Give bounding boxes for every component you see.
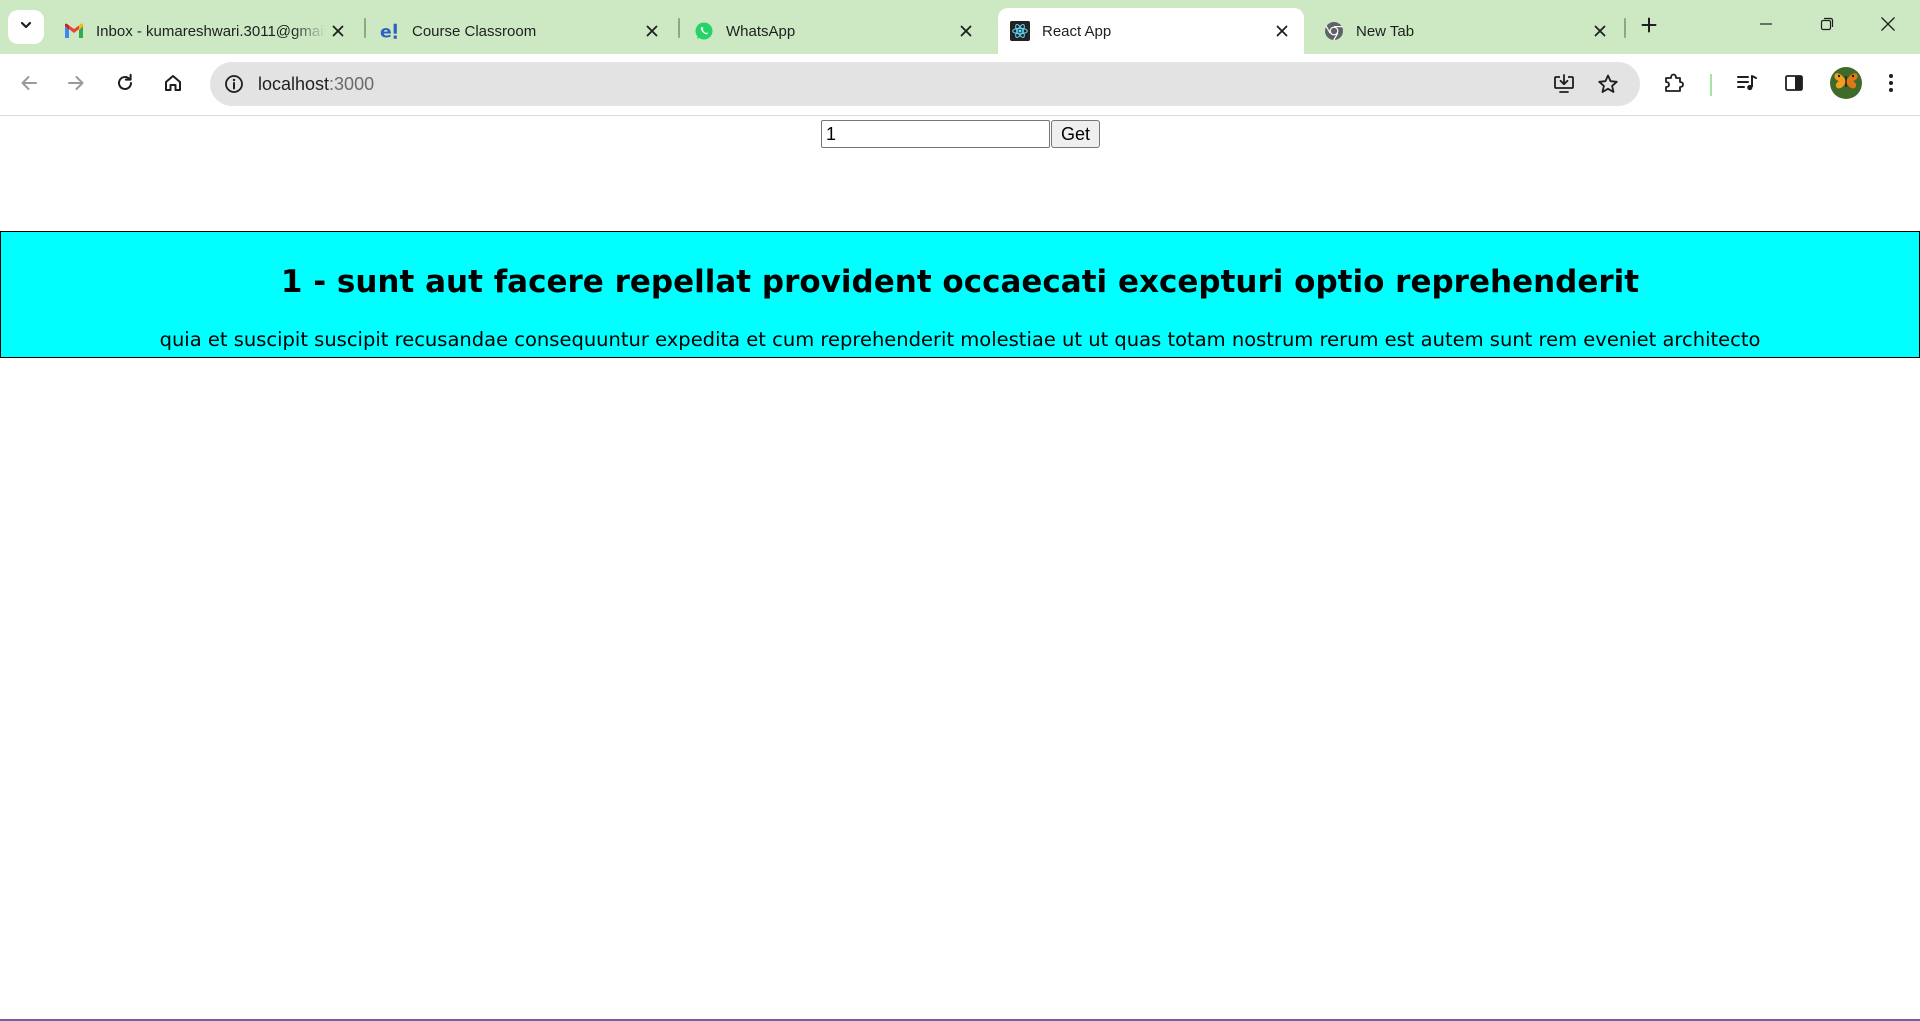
home-button[interactable] bbox=[155, 67, 191, 103]
site-info-icon[interactable] bbox=[218, 68, 250, 100]
reload-icon bbox=[115, 73, 135, 98]
restore-button[interactable] bbox=[1799, 4, 1855, 48]
post-card: 1 - sunt aut facere repellat provident o… bbox=[0, 231, 1920, 358]
puzzle-icon bbox=[1663, 72, 1685, 99]
page-content: Get 1 - sunt aut facere repellat provide… bbox=[0, 117, 1920, 1021]
url-port: :3000 bbox=[329, 74, 375, 94]
restore-icon bbox=[1820, 17, 1834, 36]
tab-separator bbox=[1624, 18, 1626, 38]
kebab-menu-icon bbox=[1888, 73, 1894, 98]
url-text[interactable]: localhost:3000 bbox=[258, 74, 374, 95]
tab-strip: Inbox - kumareshwari.3011@gmail.com e Co… bbox=[0, 0, 1920, 54]
react-icon bbox=[1010, 21, 1030, 41]
music-queue-icon bbox=[1736, 73, 1758, 98]
chevron-down-icon bbox=[19, 18, 33, 37]
tab-search-button[interactable] bbox=[8, 10, 44, 44]
close-window-button[interactable] bbox=[1860, 4, 1916, 48]
browser-toolbar: localhost:3000 bbox=[0, 54, 1920, 116]
post-id-input[interactable] bbox=[821, 120, 1050, 148]
tab-title: React App bbox=[1042, 22, 1112, 40]
arrow-right-icon bbox=[66, 73, 86, 98]
toolbar-separator bbox=[1710, 74, 1712, 96]
back-button[interactable] bbox=[11, 67, 47, 103]
whatsapp-icon bbox=[694, 21, 714, 41]
gmail-icon bbox=[64, 21, 84, 41]
side-panel-icon bbox=[1784, 73, 1804, 98]
tab-title: Inbox - kumareshwari.3011@gmail.com bbox=[96, 22, 326, 40]
close-icon[interactable] bbox=[1588, 19, 1612, 43]
close-icon[interactable] bbox=[640, 19, 664, 43]
media-controls-button[interactable] bbox=[1729, 67, 1765, 103]
minimize-icon bbox=[1759, 17, 1773, 36]
reload-button[interactable] bbox=[107, 67, 143, 103]
butterfly-icon bbox=[1833, 70, 1859, 97]
tab-title: WhatsApp bbox=[726, 22, 796, 40]
post-body: quia et suscipit suscipit recusandae con… bbox=[159, 328, 1761, 351]
tab-course-classroom[interactable]: e Course Classroom bbox=[368, 8, 674, 54]
menu-button[interactable] bbox=[1873, 67, 1909, 103]
chrome-icon bbox=[1324, 21, 1344, 41]
address-bar[interactable]: localhost:3000 bbox=[210, 62, 1640, 106]
tab-title: Course Classroom bbox=[412, 22, 537, 40]
url-host: localhost bbox=[258, 74, 330, 94]
plus-icon bbox=[1641, 17, 1657, 38]
close-icon[interactable] bbox=[954, 19, 978, 43]
extensions-button[interactable] bbox=[1656, 67, 1692, 103]
tab-separator bbox=[678, 18, 680, 38]
home-icon bbox=[163, 73, 183, 98]
star-icon[interactable] bbox=[1592, 68, 1624, 100]
tab-react-app[interactable]: React App bbox=[998, 8, 1304, 54]
forward-button[interactable] bbox=[58, 67, 94, 103]
fetch-form: Get bbox=[821, 120, 1100, 148]
profile-avatar[interactable] bbox=[1830, 67, 1862, 99]
tab-title: New Tab bbox=[1356, 22, 1415, 40]
tab-new-tab[interactable]: New Tab bbox=[1312, 8, 1622, 54]
tab-whatsapp[interactable]: WhatsApp bbox=[682, 8, 988, 54]
tab-separator bbox=[364, 18, 366, 38]
minimize-button[interactable] bbox=[1738, 4, 1794, 48]
tab-gmail[interactable]: Inbox - kumareshwari.3011@gmail.com bbox=[52, 8, 360, 54]
svg-text:e: e bbox=[380, 22, 392, 41]
e-classroom-icon: e bbox=[380, 21, 400, 41]
install-app-icon[interactable] bbox=[1548, 68, 1580, 100]
side-panel-button[interactable] bbox=[1776, 67, 1812, 103]
close-icon bbox=[1880, 16, 1896, 37]
arrow-left-icon bbox=[19, 73, 39, 98]
close-icon[interactable] bbox=[1270, 19, 1294, 43]
new-tab-button[interactable] bbox=[1634, 12, 1664, 42]
post-title: 1 - sunt aut facere repellat provident o… bbox=[280, 264, 1640, 300]
close-icon[interactable] bbox=[326, 19, 350, 43]
get-button[interactable]: Get bbox=[1051, 120, 1100, 148]
